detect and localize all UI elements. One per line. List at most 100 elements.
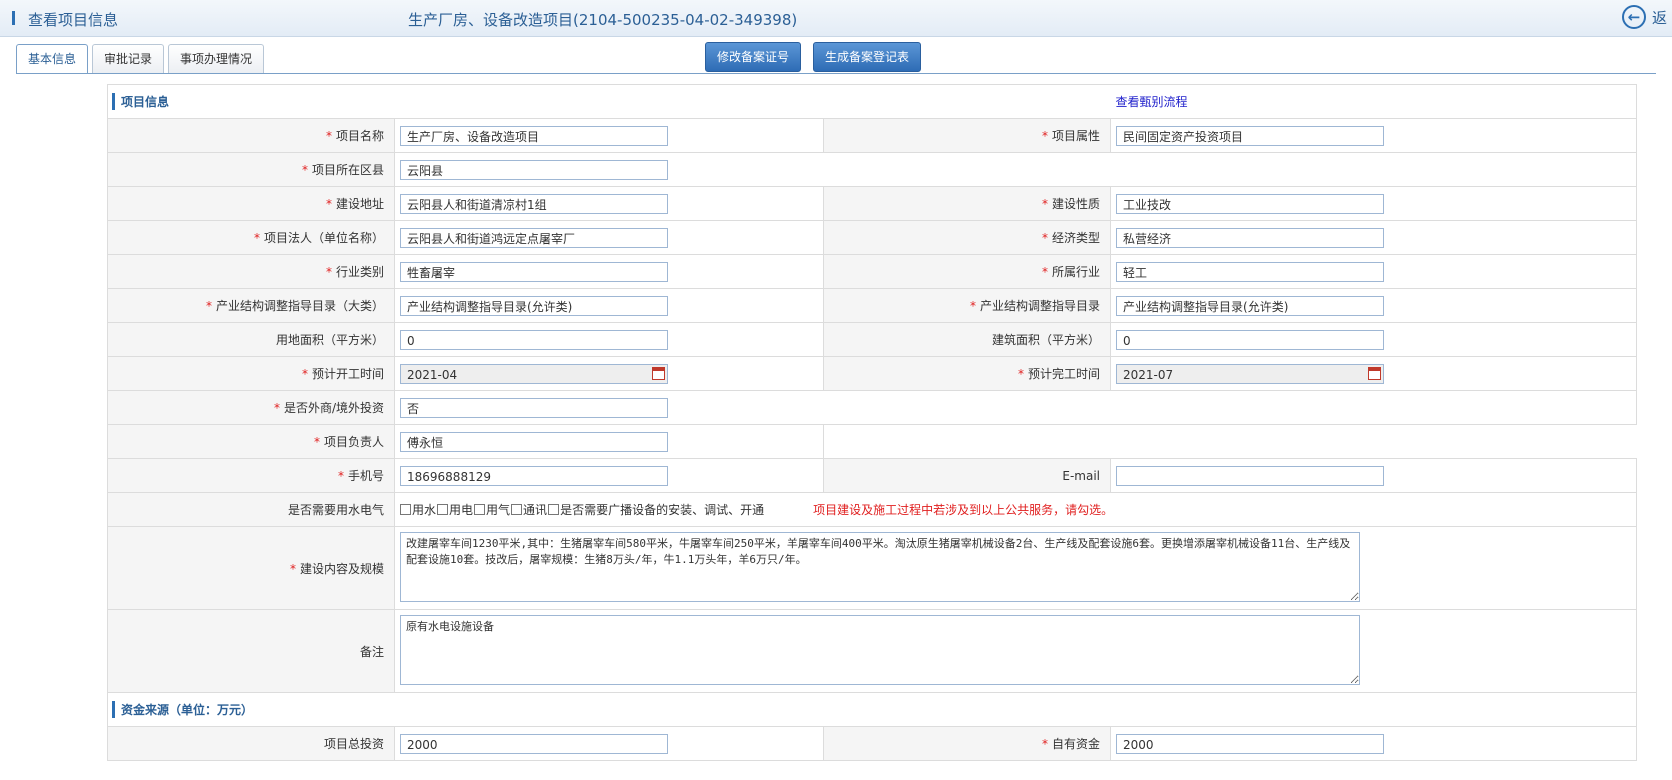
tabs-divider xyxy=(16,73,1656,74)
field-label: * 建设内容及规模 xyxy=(107,526,395,610)
form-row: 用地面积（平方米） 0 建筑面积（平方米） 0 xyxy=(107,322,1638,357)
field-label: * 行业类别 xyxy=(107,254,395,289)
page-title: 查看项目信息 xyxy=(28,11,119,29)
end-time-field[interactable]: 2021-07 xyxy=(1116,363,1385,384)
start-time-picker: 2021-04 xyxy=(400,363,668,384)
view-screening-flow-link[interactable]: 查看甄别流程 xyxy=(1116,95,1188,109)
total-investment-field[interactable]: 2000 xyxy=(400,733,668,754)
own-funds-field[interactable]: 2000 xyxy=(1116,733,1385,754)
build-nature-field[interactable]: 工业技改 xyxy=(1116,193,1385,214)
required-mark: * xyxy=(1042,129,1048,143)
required-mark: * xyxy=(325,197,332,211)
tab-basic-info[interactable]: 基本信息 xyxy=(16,44,89,74)
form-row: * 预计开工时间 2021-04 * 预计完工时间 2021-07 xyxy=(107,356,1638,391)
required-mark: * xyxy=(301,367,308,381)
field-label: * 预计开工时间 xyxy=(107,356,395,391)
building-area-field[interactable]: 0 xyxy=(1116,329,1385,350)
remark-textarea[interactable]: 原有水电设施设备 xyxy=(400,614,1360,685)
modify-record-number-button[interactable]: 修改备案证号 xyxy=(705,42,802,72)
action-buttons: 修改备案证号 生成备案登记表 xyxy=(705,42,933,72)
email-field[interactable] xyxy=(1116,465,1385,486)
required-mark: * xyxy=(205,299,212,313)
project-manager-field[interactable]: 傅永恒 xyxy=(400,431,668,452)
electricity-checkbox[interactable] xyxy=(437,504,449,515)
catalog-field[interactable]: 产业结构调整指导目录(允许类) xyxy=(1116,295,1385,316)
tab-approval-records[interactable]: 审批记录 xyxy=(92,44,165,73)
form-row: * 手机号 18696888129 E-mail xyxy=(107,458,1638,493)
industry-category-field[interactable]: 牲畜屠宰 xyxy=(400,261,668,282)
project-title: 生产厂房、设备改造项目(2104-500235-04-02-349398) xyxy=(408,11,798,29)
required-mark: * xyxy=(1042,197,1048,211)
title-bar: 查看项目信息 生产厂房、设备改造项目(2104-500235-04-02-349… xyxy=(0,0,1672,37)
field-label: * 经济类型 xyxy=(822,220,1112,255)
form-row: * 是否外商/境外投资 否 xyxy=(107,390,1638,425)
calendar-icon[interactable] xyxy=(652,366,665,380)
required-mark: * xyxy=(325,265,332,279)
section-title-project-info: 项目信息 xyxy=(112,93,169,110)
title-accent-bar xyxy=(12,11,15,25)
form-row: * 产业结构调整指导目录（大类） 产业结构调整指导目录(允许类) * 产业结构调整指… xyxy=(107,288,1638,323)
construction-content-textarea[interactable]: 改建屠宰车间1230平米,其中：生猪屠宰车间580平米，牛屠宰车间250平米，羊… xyxy=(400,531,1360,602)
land-area-field[interactable]: 0 xyxy=(400,329,668,350)
foreign-invest-field[interactable]: 否 xyxy=(400,397,668,418)
required-mark: * xyxy=(273,401,280,415)
arrow-left-icon: ← xyxy=(1622,5,1646,29)
end-time-picker: 2021-07 xyxy=(1116,363,1385,384)
project-attribute-field[interactable]: 民间固定资产投资项目 xyxy=(1116,125,1385,146)
utilities-checkbox-group: 用水 用电 用气 通讯 是否需要广播设备的安装、调试、开通 项目建设及施工过程中… xyxy=(400,501,1636,518)
field-label: E-mail xyxy=(822,458,1112,493)
gas-checkbox[interactable] xyxy=(474,504,486,515)
field-label: 建筑面积（平方米） xyxy=(822,322,1112,357)
tab-bar: 基本信息 审批记录 事项办理情况 xyxy=(16,44,268,74)
form-row: * 项目法人（单位名称） 云阳县人和街道鸿远定点屠宰厂 * 经济类型 私营经济 xyxy=(107,220,1638,255)
field-label: * 项目负责人 xyxy=(107,424,395,459)
field-label: * 自有资金 xyxy=(822,726,1112,761)
address-field[interactable]: 云阳县人和街道清凉村1组 xyxy=(400,193,668,214)
catalog-major-field[interactable]: 产业结构调整指导目录(允许类) xyxy=(400,295,668,316)
field-label: * 预计完工时间 xyxy=(822,356,1112,391)
back-button[interactable]: ← 返 xyxy=(1622,5,1667,29)
district-field[interactable]: 云阳县 xyxy=(400,159,668,180)
field-label: * 所属行业 xyxy=(822,254,1112,289)
water-checkbox[interactable] xyxy=(400,504,411,515)
broadcast-checkbox[interactable] xyxy=(548,504,560,515)
project-name-field[interactable]: 生产厂房、设备改造项目 xyxy=(400,125,668,146)
start-time-field[interactable]: 2021-04 xyxy=(400,363,668,384)
required-mark: * xyxy=(313,435,320,449)
field-label: * 项目所在区县 xyxy=(107,152,395,187)
form-row: * 建设内容及规模 改建屠宰车间1230平米,其中：生猪屠宰车间580平米，牛屠宰… xyxy=(107,526,1638,610)
phone-field[interactable]: 18696888129 xyxy=(400,465,668,486)
field-label: * 项目属性 xyxy=(822,118,1112,153)
required-mark: * xyxy=(1042,265,1048,279)
back-label: 返 xyxy=(1652,8,1668,27)
tab-item-handling[interactable]: 事项办理情况 xyxy=(168,44,265,73)
form-row: 是否需要用水电气 用水 用电 用气 通讯 是否需要广播设备的安装、调试、开通 项… xyxy=(107,492,1638,527)
project-info-form: 项目信息 查看甄别流程 * 项目名称 生产厂房、设备改造项目 * 项目属性 民间固定… xyxy=(106,84,1638,761)
required-mark: * xyxy=(325,129,332,143)
generate-record-form-button[interactable]: 生成备案登记表 xyxy=(813,42,922,72)
form-row: 备注 原有水电设施设备 xyxy=(107,609,1638,693)
field-label: * 是否外商/境外投资 xyxy=(107,390,395,425)
field-label: 用地面积（平方米） xyxy=(107,322,395,357)
calendar-icon[interactable] xyxy=(1368,366,1382,380)
required-mark: * xyxy=(1018,367,1024,381)
industry-field[interactable]: 轻工 xyxy=(1116,261,1385,282)
section-header-row: 项目信息 查看甄别流程 xyxy=(106,84,1638,119)
form-row: * 项目负责人 傅永恒 xyxy=(107,424,1637,459)
field-label: * 建设性质 xyxy=(822,186,1112,221)
section-header-row: 资金来源（单位：万元） xyxy=(106,692,1638,727)
telecom-checkbox[interactable] xyxy=(511,504,523,515)
required-mark: * xyxy=(970,299,976,313)
legal-person-field[interactable]: 云阳县人和街道鸿远定点屠宰厂 xyxy=(400,227,668,248)
required-mark: * xyxy=(289,561,296,576)
form-row: * 建设地址 云阳县人和街道清凉村1组 * 建设性质 工业技改 xyxy=(107,186,1638,221)
economy-type-field[interactable]: 私营经济 xyxy=(1116,227,1385,248)
field-label: 是否需要用水电气 xyxy=(107,492,395,527)
form-row: * 行业类别 牲畜屠宰 * 所属行业 轻工 xyxy=(107,254,1638,289)
field-label: * 项目法人（单位名称） xyxy=(107,220,395,255)
field-label: * 建设地址 xyxy=(107,186,395,221)
field-label: 项目总投资 xyxy=(107,726,395,761)
form-row: 项目总投资 2000 * 自有资金 2000 xyxy=(107,726,1638,761)
form-row: * 项目名称 生产厂房、设备改造项目 * 项目属性 民间固定资产投资项目 xyxy=(107,118,1638,153)
field-label: * 项目名称 xyxy=(107,118,395,153)
